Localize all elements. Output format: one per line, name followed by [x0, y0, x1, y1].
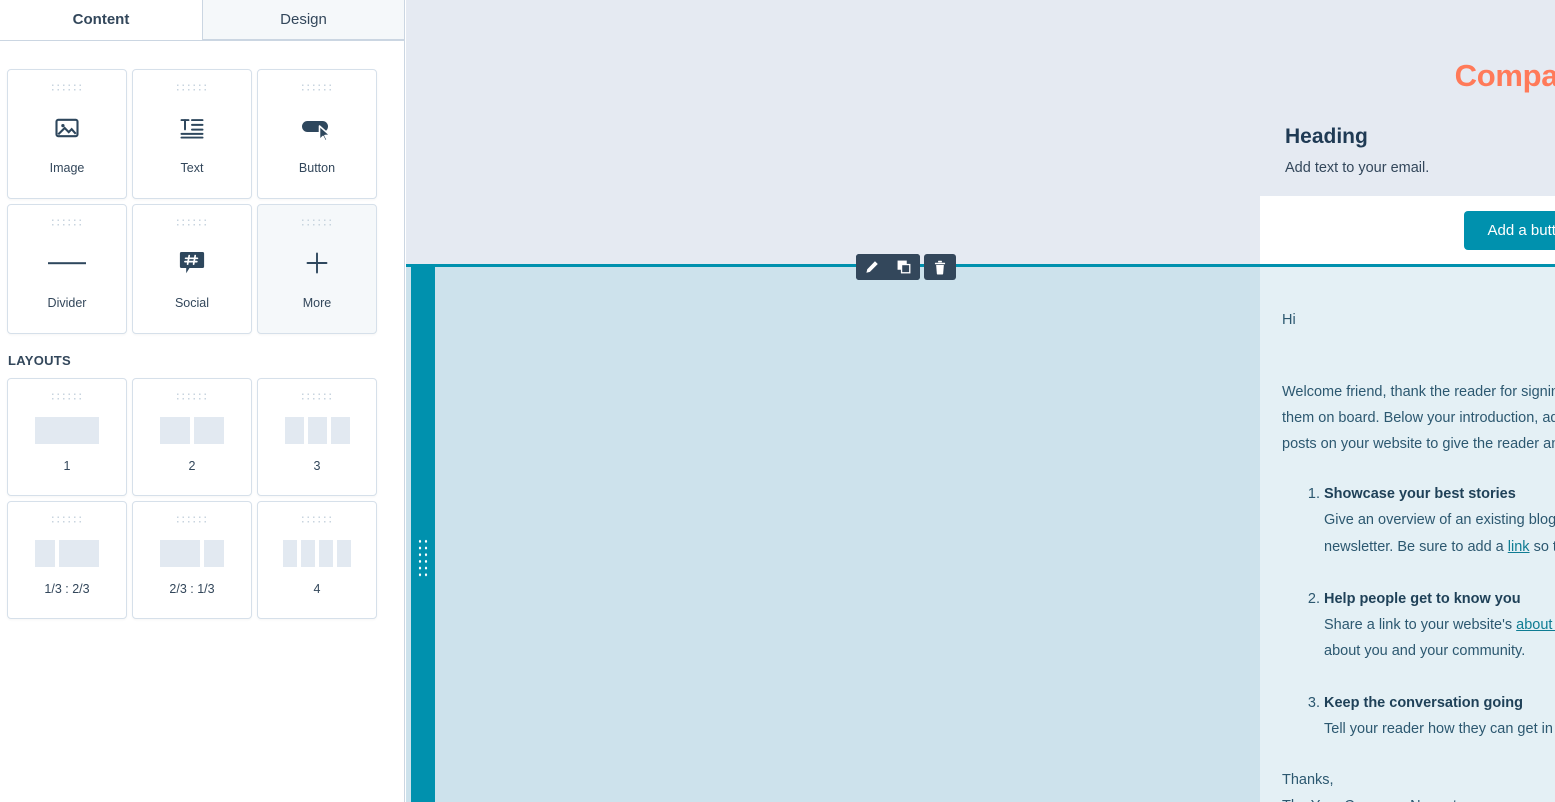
edit-icon[interactable]: [856, 254, 888, 280]
drag-dots-icon: [175, 218, 209, 227]
plus-icon: [302, 242, 332, 284]
layout-label-twothirds-third: 2/3 : 1/3: [169, 582, 215, 596]
email-canvas: Company logo Heading Add text to your em…: [406, 0, 1555, 802]
block-label-divider: Divider: [47, 296, 87, 310]
list-item: Help people get to know you Share a link…: [1324, 586, 1555, 664]
module-action-toolbar: [856, 254, 956, 280]
block-card-social[interactable]: Social: [132, 204, 252, 334]
email-signoff-line-2: The Your Company Name team: [1282, 794, 1555, 802]
module-toolbar-group-delete: [924, 254, 956, 280]
layout-preview-4: [283, 540, 351, 567]
layouts-section-title: LAYOUTS: [8, 353, 72, 368]
drag-dots-icon: [300, 515, 334, 524]
tab-design-label: Design: [280, 11, 327, 28]
email-greeting: Hi: [1282, 312, 1296, 328]
block-card-button[interactable]: Button: [257, 69, 377, 199]
social-hashtag-icon: [177, 242, 207, 284]
drag-dots-icon: [300, 83, 334, 92]
list-item-title: Keep the conversation going: [1324, 694, 1523, 711]
block-label-social: Social: [174, 296, 210, 310]
layout-preview-2: [160, 417, 224, 444]
email-heading: Heading: [1285, 125, 1368, 148]
drag-dots-icon: [300, 218, 334, 227]
clone-icon[interactable]: [888, 254, 920, 280]
divider-icon: [46, 242, 88, 284]
block-label-text: Text: [180, 161, 204, 175]
block-card-more[interactable]: More: [257, 204, 377, 334]
module-drag-handle-bar[interactable]: [411, 264, 435, 802]
layout-preview-3: [284, 417, 350, 444]
block-label-image: Image: [49, 161, 85, 175]
drag-dots-icon: [50, 515, 84, 524]
drag-dots-icon: [175, 392, 209, 401]
block-label-more: More: [302, 296, 332, 310]
layout-label-3: 3: [313, 459, 321, 473]
list-item-title: Showcase your best stories: [1324, 486, 1516, 503]
email-subtext: Add text to your email.: [1285, 160, 1430, 176]
email-editor-root: Content Design Image Text Button Divider…: [0, 0, 1555, 802]
button-cursor-icon: [300, 107, 334, 149]
drag-dots-icon: [175, 83, 209, 92]
email-header-section[interactable]: Company logo Heading Add text to your em…: [1260, 0, 1555, 196]
drag-dots-icon: [417, 538, 429, 578]
layouts-grid: 1 2 3 1/3 : 2/3 2/3: 1/3 4: [0, 378, 404, 619]
email-body-section[interactable]: Hi Welcome friend, thank the reader for …: [1260, 267, 1555, 802]
layout-card-twothirds-third[interactable]: 2/3 : 1/3: [132, 501, 252, 619]
company-logo-text: Company logo: [1454, 58, 1555, 93]
email-signoff-line-1: Thanks,: [1282, 772, 1334, 789]
layout-label-2: 2: [188, 459, 196, 473]
layout-label-third-twothirds: 1/3 : 2/3: [44, 582, 90, 596]
sidebar-tabs: Content Design: [0, 0, 404, 41]
module-toolbar-group-primary: [856, 254, 920, 280]
tab-design[interactable]: Design: [202, 0, 404, 40]
list-item-body-before: Tell your reader how they can get in tou…: [1324, 721, 1555, 738]
layout-card-3[interactable]: 3: [257, 378, 377, 496]
text-icon: [178, 107, 206, 149]
add-button-link-button[interactable]: Add a button link here: [1463, 210, 1555, 250]
drag-dots-icon: [50, 392, 84, 401]
inline-link-about-us[interactable]: about us: [1516, 617, 1555, 633]
list-item: Keep the conversation going Tell your re…: [1324, 690, 1555, 742]
email-signoff: Thanks, The Your Company Name team: [1282, 768, 1555, 802]
layout-card-third-twothirds[interactable]: 1/3 : 2/3: [7, 501, 127, 619]
drag-dots-icon: [175, 515, 209, 524]
layout-card-4[interactable]: 4: [257, 501, 377, 619]
block-label-button: Button: [298, 161, 336, 175]
layout-preview-twothirds-third: [160, 540, 224, 567]
block-card-image[interactable]: Image: [7, 69, 127, 199]
tab-content-label: Content: [72, 11, 130, 28]
inline-link-learn-more[interactable]: link: [1508, 539, 1530, 555]
list-item-body-after: so the reader can learn more.: [1533, 538, 1555, 555]
block-card-divider[interactable]: Divider: [7, 204, 127, 334]
email-tips-list: Showcase your best stories Give an overv…: [1282, 481, 1555, 742]
drag-dots-icon: [50, 218, 84, 227]
drag-dots-icon: [50, 83, 84, 92]
drag-dots-icon: [300, 392, 334, 401]
block-card-text[interactable]: Text: [132, 69, 252, 199]
layout-card-1[interactable]: 1: [7, 378, 127, 496]
email-preview: Company logo Heading Add text to your em…: [855, 0, 1555, 802]
image-icon: [53, 107, 81, 149]
layout-card-2[interactable]: 2: [132, 378, 252, 496]
layout-preview-third-twothirds: [35, 540, 99, 567]
list-item-body-before: Share a link to your website's: [1324, 616, 1517, 633]
list-item: Showcase your best stories Give an overv…: [1324, 481, 1555, 559]
list-item-title: Help people get to know you: [1324, 590, 1521, 607]
email-intro-paragraph: Welcome friend, thank the reader for sig…: [1282, 384, 1555, 453]
layout-preview-1: [35, 417, 99, 444]
trash-icon[interactable]: [924, 254, 956, 280]
layout-label-4: 4: [313, 582, 321, 596]
layout-label-1: 1: [63, 459, 71, 473]
email-button-section[interactable]: Add a button link here: [1260, 196, 1555, 264]
editor-sidebar: Content Design Image Text Button Divider…: [0, 0, 405, 802]
tab-content[interactable]: Content: [0, 0, 202, 40]
content-blocks-grid: Image Text Button Divider Social More: [0, 41, 404, 334]
